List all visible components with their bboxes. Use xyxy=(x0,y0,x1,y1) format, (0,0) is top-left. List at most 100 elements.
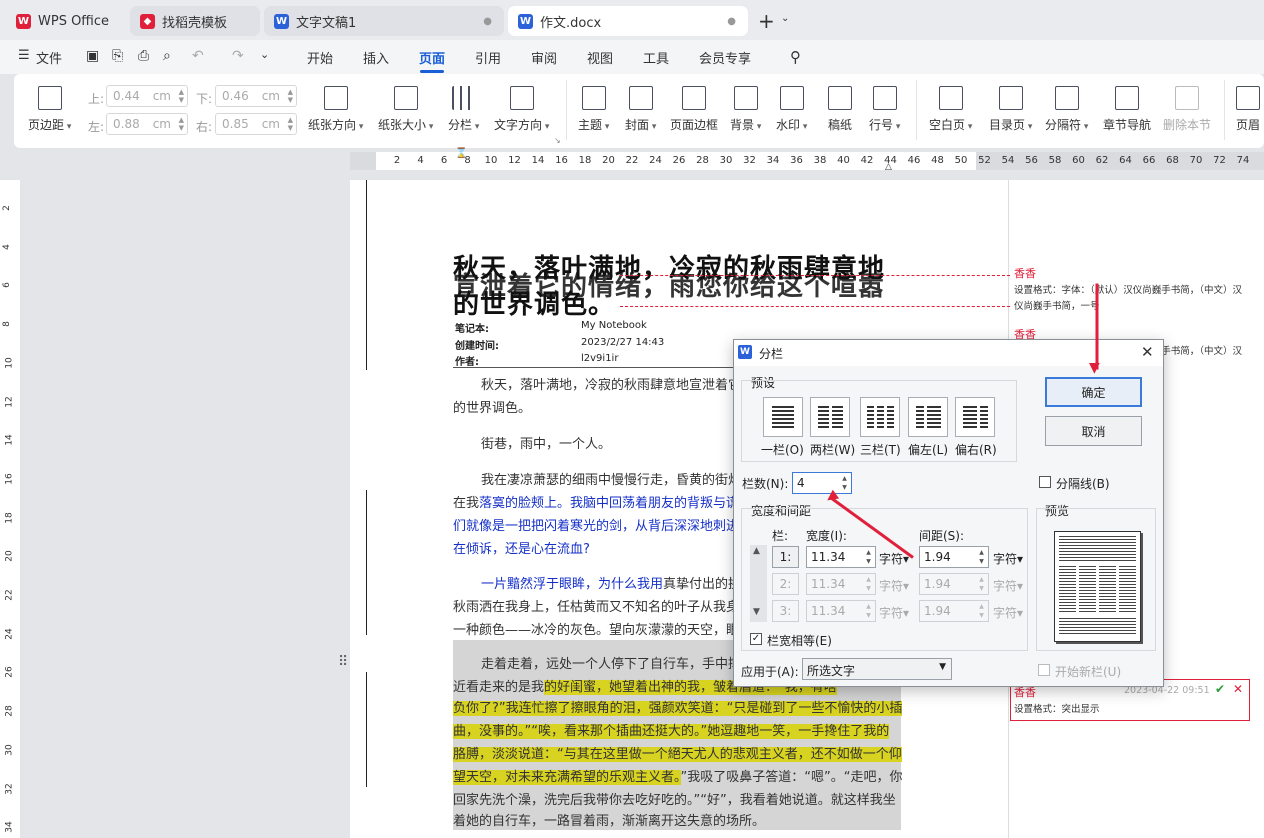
paper-size-button[interactable]: 纸张大小 xyxy=(378,86,433,133)
text-run-blue: 一片黯然浮于眼眸，为什么我用 xyxy=(481,577,664,592)
spinner-icon[interactable]: ▲ ▼ xyxy=(288,88,293,104)
header-button[interactable]: 页眉 xyxy=(1236,86,1260,133)
tab-document1[interactable]: W 文字文稿1 ● xyxy=(264,6,504,36)
spacing-unit-dropdown[interactable]: 字符▾ xyxy=(993,550,1023,567)
toc-page-button[interactable]: 目录页 xyxy=(989,86,1032,133)
ribbon-label: 水印 xyxy=(776,116,807,133)
section-nav-button[interactable]: 章节导航 xyxy=(1103,86,1151,133)
menu-member[interactable]: 会员专享 xyxy=(699,48,751,67)
spinner-icon[interactable]: ▲ ▼ xyxy=(839,474,850,492)
meta-value: My Notebook xyxy=(581,320,647,331)
vruler-tick: 16 xyxy=(4,473,15,485)
menu-page[interactable]: 页面 xyxy=(419,48,445,67)
theme-button[interactable]: 主题 xyxy=(578,86,609,133)
menu-tools[interactable]: 工具 xyxy=(643,48,669,67)
orientation-button[interactable]: 纸张方向 xyxy=(308,86,363,133)
reject-x-icon[interactable]: ✕ xyxy=(1233,682,1243,696)
ruler-tick: 6 xyxy=(440,155,448,166)
preset-right[interactable] xyxy=(955,397,995,437)
width-input-row3[interactable]: 11.34 ▲ ▼ xyxy=(806,600,876,622)
accept-check-icon[interactable]: ✔ xyxy=(1215,682,1225,696)
separator-checkbox[interactable] xyxy=(1039,476,1051,488)
spinner-icon[interactable]: ▲ ▼ xyxy=(976,548,987,566)
ribbon-separator xyxy=(566,80,567,140)
left-margin-input[interactable]: 0.88 cm ▲ ▼ xyxy=(106,113,188,135)
close-icon[interactable]: ✕ xyxy=(1141,343,1154,361)
margins-button[interactable]: 页边距 xyxy=(28,86,71,133)
spacing-input-row2[interactable]: 1.94 ▲ ▼ xyxy=(919,573,989,595)
dialog-launcher-icon[interactable]: ↘ xyxy=(554,136,561,145)
blank-page-button[interactable]: 空白页 xyxy=(929,86,972,133)
spinner-icon[interactable]: ▲ ▼ xyxy=(179,88,184,104)
menu-view[interactable]: 视图 xyxy=(587,48,613,67)
preset-one-column[interactable] xyxy=(763,397,803,437)
tab-wps-office[interactable]: W WPS Office xyxy=(6,6,124,36)
menu-start[interactable]: 开始 xyxy=(307,48,333,67)
spacing-input-row1[interactable]: 1.94 ▲ ▼ xyxy=(919,546,989,568)
spinner-icon[interactable]: ▲ ▼ xyxy=(863,548,874,566)
background-button[interactable]: 背景 xyxy=(730,86,761,133)
print-icon[interactable]: ⎙ xyxy=(138,48,149,64)
equal-width-checkbox[interactable]: ✓ xyxy=(750,633,762,645)
page-border-button[interactable]: 页面边框 xyxy=(670,86,718,133)
comment-link-line xyxy=(620,306,1010,307)
scroll-down-icon[interactable]: ▼ xyxy=(753,607,760,617)
vruler-tick: 32 xyxy=(4,782,15,795)
columns-icon xyxy=(451,86,476,110)
new-column-checkbox[interactable] xyxy=(1038,664,1050,676)
watermark-button[interactable]: 水印 xyxy=(776,86,807,133)
menu-review[interactable]: 审阅 xyxy=(531,48,557,67)
text-run-highlight: 曲，没事的。”“唉，看来那个插曲还挺大的。”她逗趣地一笑，一手搀住了我的 xyxy=(453,724,890,739)
menu-insert[interactable]: 插入 xyxy=(363,48,389,67)
value: 11.34 xyxy=(811,604,846,618)
cover-button[interactable]: 封面 xyxy=(625,86,656,133)
print-preview-icon[interactable]: ⌕ xyxy=(163,48,171,64)
width-input-row2[interactable]: 11.34 ▲ ▼ xyxy=(806,573,876,595)
scroll-up-icon[interactable]: ▲ xyxy=(753,546,760,556)
vruler-ticks: 2 4 6 8 10 12 14 16 18 20 22 24 26 28 30 32 34 xyxy=(0,0,20,838)
right-margin-input[interactable]: 0.85 cm ▲ ▼ xyxy=(215,113,297,135)
menu-file[interactable]: 文件 xyxy=(36,48,62,67)
tab-zuowen-docx[interactable]: W 作文.docx ● xyxy=(508,6,748,36)
width-input-row1[interactable]: 11.34 ▲ ▼ xyxy=(806,546,876,568)
value: 1.94 xyxy=(924,550,951,564)
top-margin-input[interactable]: 0.44 cm ▲ ▼ xyxy=(106,85,188,107)
export-icon[interactable]: ⎘ xyxy=(112,48,123,64)
spinner-icon[interactable]: ▲ ▼ xyxy=(288,116,293,132)
spinner-icon: ▲ ▼ xyxy=(979,576,984,592)
line-number-icon xyxy=(872,86,897,110)
preset-left[interactable] xyxy=(908,397,948,437)
cancel-button[interactable]: 取消 xyxy=(1045,416,1142,446)
spacing-input-row3[interactable]: 1.94 ▲ ▼ xyxy=(919,600,989,622)
paper-size-icon xyxy=(393,86,418,110)
drag-handle-icon[interactable]: ⠿ xyxy=(338,654,348,670)
menu-references[interactable]: 引用 xyxy=(475,48,501,67)
line-number-button[interactable]: 行号 xyxy=(869,86,900,133)
preset-three-columns[interactable] xyxy=(860,397,900,437)
search-icon[interactable]: ⚲ xyxy=(790,48,801,66)
bottom-margin-input[interactable]: 0.46 cm ▲ ▼ xyxy=(215,85,297,107)
text-direction-button[interactable]: 文字方向 xyxy=(494,86,549,133)
new-tab-plus-icon[interactable]: + xyxy=(758,9,775,33)
preset-two-columns[interactable] xyxy=(810,397,850,437)
tab-docer-templates[interactable]: ◆ 找稻壳模板 xyxy=(130,6,260,36)
apply-to-select[interactable]: 所选文字 ▼ xyxy=(802,658,952,680)
redo-icon[interactable]: ↷ xyxy=(232,48,244,64)
columns-button[interactable]: 分栏 xyxy=(448,86,479,133)
separator-button[interactable]: 分隔符 xyxy=(1045,86,1088,133)
undo-icon[interactable]: ↶ xyxy=(192,48,204,64)
indent-marker-icon[interactable]: ⌛ xyxy=(455,148,467,159)
num-columns-input[interactable]: 4 ▲ ▼ xyxy=(792,472,852,494)
top-margin-label: 上: xyxy=(88,92,105,106)
meta-key: 创建时间: xyxy=(455,341,499,352)
writer-icon: W xyxy=(274,13,289,29)
manuscript-button[interactable]: 稿纸 xyxy=(828,86,852,133)
ruler-tick: 26 xyxy=(672,155,686,166)
spinner-icon[interactable]: ▲ ▼ xyxy=(179,116,184,132)
save-icon[interactable]: ▣ xyxy=(86,48,99,64)
ok-button[interactable]: 确定 xyxy=(1045,377,1142,407)
tab-list-chevron-icon[interactable]: ⌄ xyxy=(781,13,789,24)
quick-access-chevron-icon[interactable]: ⌄ xyxy=(260,48,269,61)
delete-section-button[interactable]: 删除本节 xyxy=(1163,86,1211,133)
right-indent-marker-icon[interactable]: △ xyxy=(885,162,892,172)
